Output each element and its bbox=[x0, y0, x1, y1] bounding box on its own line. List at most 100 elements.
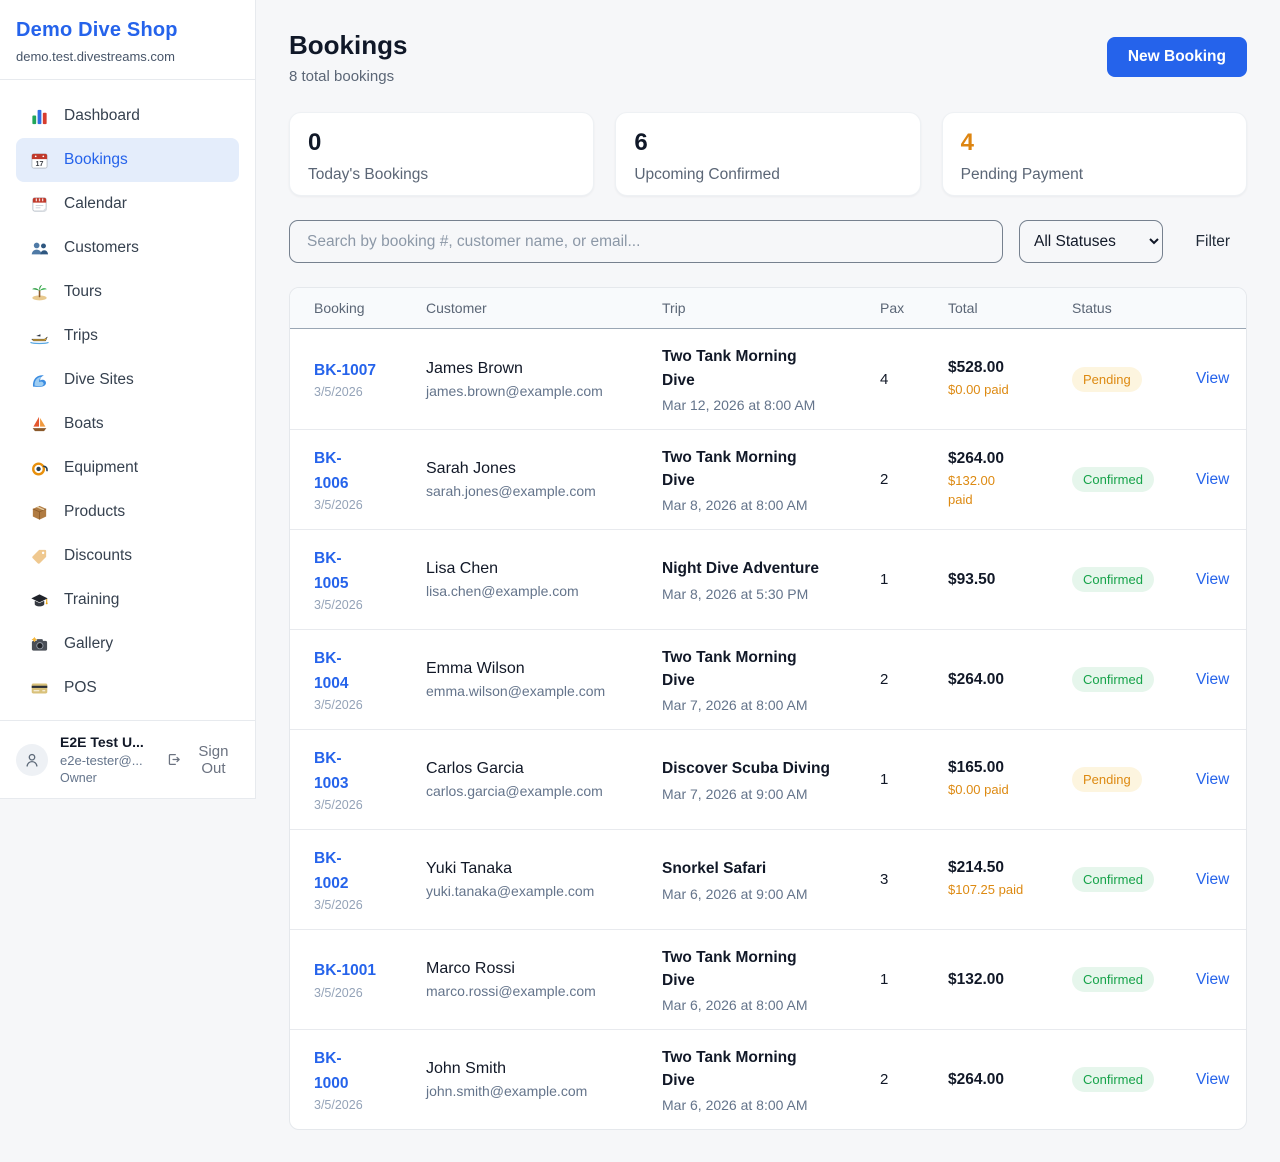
sidebar-item-label: Customers bbox=[64, 239, 139, 257]
booking-id-link[interactable]: BK-1004 bbox=[314, 647, 362, 695]
user-email: e2e-tester@... bbox=[60, 753, 154, 768]
total-amount: $264.00 bbox=[948, 671, 1072, 689]
total-amount: $264.00 bbox=[948, 450, 1072, 468]
table-row: BK-10023/5/2026Yuki Tanakayuki.tanaka@ex… bbox=[290, 829, 1246, 929]
camera-icon bbox=[29, 634, 49, 654]
sidebar-item-products[interactable]: Products bbox=[16, 490, 239, 534]
booking-date: 3/5/2026 bbox=[314, 498, 426, 512]
svg-text:17: 17 bbox=[35, 159, 43, 167]
sidebar-item-label: Bookings bbox=[64, 151, 128, 169]
view-booking-link[interactable]: View bbox=[1196, 471, 1229, 488]
stats-cards: 0 Today's Bookings 6 Upcoming Confirmed … bbox=[289, 112, 1247, 196]
stat-value: 6 bbox=[634, 129, 901, 157]
booking-id-link[interactable]: BK-1000 bbox=[314, 1047, 362, 1095]
booking-id-link[interactable]: BK-1003 bbox=[314, 747, 362, 795]
stat-value: 4 bbox=[961, 129, 1228, 157]
view-booking-link[interactable]: View bbox=[1196, 871, 1229, 888]
sidebar-item-training[interactable]: Training bbox=[16, 578, 239, 622]
customer-email: carlos.garcia@example.com bbox=[426, 783, 662, 799]
sidebar-item-dive-sites[interactable]: Dive Sites bbox=[16, 358, 239, 402]
view-booking-link[interactable]: View bbox=[1196, 571, 1229, 588]
customer-email: sarah.jones@example.com bbox=[426, 483, 662, 499]
booking-id-link[interactable]: BK-1002 bbox=[314, 847, 362, 895]
total-amount: $132.00 bbox=[948, 971, 1072, 989]
sidebar-item-pos[interactable]: POS bbox=[16, 666, 239, 710]
credit-card-icon bbox=[29, 678, 49, 698]
booking-id-link[interactable]: BK-1007 bbox=[314, 359, 376, 383]
table-row: BK-1005 3/5/2026 Lisa Chen lisa.chen@exampl… bbox=[290, 529, 1246, 629]
trip-name: Two Tank Morning Dive bbox=[662, 446, 830, 493]
booking-date: 3/5/2026 bbox=[314, 598, 426, 612]
trip-datetime: Mar 6, 2026 at 8:00 AM bbox=[662, 997, 880, 1013]
trip-name: Two Tank Morning Dive bbox=[662, 1046, 830, 1093]
sidebar-item-label: Trips bbox=[64, 327, 98, 345]
sidebar-item-boats[interactable]: Boats bbox=[16, 402, 239, 446]
trip-datetime: Mar 12, 2026 at 8:00 AM bbox=[662, 397, 880, 413]
view-booking-link[interactable]: View bbox=[1196, 1071, 1229, 1088]
sidebar-item-trips[interactable]: Trips bbox=[16, 314, 239, 358]
sidebar-item-bookings[interactable]: 17 Bookings bbox=[16, 138, 239, 182]
customer-name: Lisa Chen bbox=[426, 560, 662, 578]
sidebar: Demo Dive Shop demo.test.divestreams.com… bbox=[0, 0, 256, 799]
sidebar-item-dashboard[interactable]: Dashboard bbox=[16, 94, 239, 138]
booking-id-link[interactable]: BK-1006 bbox=[314, 447, 362, 495]
sidebar-item-gallery[interactable]: Gallery bbox=[16, 622, 239, 666]
table-body: BK-10073/5/2026James Brownjames.brown@ex… bbox=[290, 329, 1246, 1129]
search-input[interactable] bbox=[289, 220, 1003, 263]
booking-date: 3/5/2026 bbox=[314, 898, 426, 912]
speedboat-icon bbox=[29, 326, 49, 346]
column-header-trip: Trip bbox=[662, 300, 880, 316]
view-booking-link[interactable]: View bbox=[1196, 771, 1229, 788]
sidebar-item-calendar[interactable]: Calendar bbox=[16, 182, 239, 226]
booking-id-link[interactable]: BK-1001 bbox=[314, 959, 376, 983]
status-badge: Confirmed bbox=[1072, 867, 1154, 892]
graduation-cap-icon bbox=[29, 590, 49, 610]
sidebar-item-label: Tours bbox=[64, 283, 102, 301]
pax-count: 4 bbox=[880, 371, 948, 388]
customer-email: james.brown@example.com bbox=[426, 383, 662, 399]
table-row: BK-10063/5/2026Sarah Jonessarah.jones@ex… bbox=[290, 429, 1246, 529]
pax-count: 3 bbox=[880, 871, 948, 888]
trip-datetime: Mar 8, 2026 at 5:30 PM bbox=[662, 586, 880, 602]
sidebar-item-label: Training bbox=[64, 591, 119, 609]
view-booking-link[interactable]: View bbox=[1196, 671, 1229, 688]
status-badge: Confirmed bbox=[1072, 1067, 1154, 1092]
customer-name: John Smith bbox=[426, 1060, 662, 1078]
user-role: Owner bbox=[60, 771, 154, 785]
avatar bbox=[16, 744, 48, 776]
sidebar-item-tours[interactable]: Tours bbox=[16, 270, 239, 314]
sign-out-button[interactable]: Sign Out bbox=[166, 743, 239, 777]
tag-icon bbox=[29, 546, 49, 566]
shop-domain: demo.test.divestreams.com bbox=[16, 49, 239, 64]
paid-amount: $0.00 paid bbox=[948, 381, 1009, 400]
sidebar-item-customers[interactable]: Customers bbox=[16, 226, 239, 270]
new-booking-button[interactable]: New Booking bbox=[1107, 37, 1247, 77]
brand[interactable]: Demo Dive Shop demo.test.divestreams.com bbox=[0, 0, 255, 80]
trip-name: Discover Scuba Diving bbox=[662, 757, 830, 780]
sign-out-icon bbox=[166, 751, 181, 768]
sidebar-item-label: Dive Sites bbox=[64, 371, 134, 389]
customer-email: marco.rossi@example.com bbox=[426, 983, 662, 999]
stat-value: 0 bbox=[308, 129, 575, 157]
dive-mask-icon bbox=[29, 458, 49, 478]
trip-name: Night Dive Adventure bbox=[662, 557, 830, 580]
customer-email: lisa.chen@example.com bbox=[426, 583, 662, 599]
customer-name: James Brown bbox=[426, 360, 662, 378]
sidebar-item-equipment[interactable]: Equipment bbox=[16, 446, 239, 490]
customer-email: yuki.tanaka@example.com bbox=[426, 883, 662, 899]
booking-date: 3/5/2026 bbox=[314, 385, 426, 399]
trip-datetime: Mar 8, 2026 at 8:00 AM bbox=[662, 497, 880, 513]
status-filter-select[interactable]: All Statuses bbox=[1019, 220, 1163, 263]
total-amount: $264.00 bbox=[948, 1071, 1072, 1089]
trip-name: Two Tank Morning Dive bbox=[662, 345, 830, 392]
view-booking-link[interactable]: View bbox=[1196, 971, 1229, 988]
table-header-row: Booking Customer Trip Pax Total Status bbox=[290, 288, 1246, 329]
booking-id-link[interactable]: BK-1005 bbox=[314, 547, 362, 595]
shop-name: Demo Dive Shop bbox=[16, 19, 239, 42]
sidebar-item-label: Dashboard bbox=[64, 107, 140, 125]
total-amount: $214.50 bbox=[948, 859, 1072, 877]
sidebar-item-discounts[interactable]: Discounts bbox=[16, 534, 239, 578]
filter-button[interactable]: Filter bbox=[1196, 233, 1230, 251]
sidebar-item-label: Calendar bbox=[64, 195, 127, 213]
view-booking-link[interactable]: View bbox=[1196, 370, 1229, 387]
